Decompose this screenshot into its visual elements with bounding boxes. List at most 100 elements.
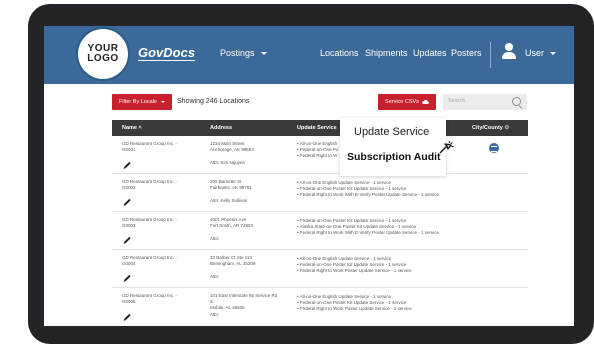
address-line: Attn: Kelly Sullivan [210, 198, 252, 204]
column-header-address[interactable]: Address [210, 125, 232, 131]
filter-by-locale-label: Filter By Locale [119, 99, 157, 105]
edit-pencil-icon[interactable] [124, 275, 130, 281]
table-header: Name ˄ Address Update Service City/Count… [112, 120, 528, 136]
row-address: 4001 Phoenix Ave Fort Smith, AR 72903 At… [210, 217, 253, 242]
column-header-name-label: Name [122, 125, 137, 131]
service-item-text: Federal-on-One Po [300, 147, 339, 152]
column-header-name[interactable]: Name ˄ [122, 125, 142, 131]
address-line: Fairbanks, AK 99701 [210, 185, 252, 191]
logo-line-2: LOGO [87, 54, 118, 64]
chevron-down-icon [550, 52, 556, 55]
service-item-text: All-on-One English Update Service - 1 se… [300, 180, 392, 185]
row-name: GD Restaurant Group Inc. - G0001 [122, 141, 177, 153]
row-name-line: G0004 [122, 261, 177, 267]
column-header-city-county-label: City/County [472, 125, 503, 131]
update-service-popup[interactable]: Update Service Subscription Audit [340, 118, 446, 176]
logo[interactable]: YOUR LOGO [78, 29, 128, 79]
click-cursor-icon [438, 140, 454, 156]
table-row[interactable]: GD Restaurant Group Inc. - G0005 101 Eas… [112, 288, 528, 326]
address-line: Anchorage, AK 99503 [210, 147, 254, 153]
chevron-down-icon [261, 52, 267, 55]
filter-by-locale-button[interactable]: Filter By Locale [112, 94, 172, 110]
address-line: Attn: [210, 274, 255, 280]
service-item-text: Federal-on-One Poster Kit Update Service… [300, 218, 407, 223]
service-item: • Federal Right to W [297, 153, 338, 159]
nav-postings-label: Postings [220, 48, 255, 58]
service-list: • All-on-One English Update Service - 1 … [297, 180, 439, 199]
service-item: • Federal Right to Work With E-Verify Po… [297, 192, 439, 198]
search-icon[interactable] [512, 97, 521, 106]
edit-pencil-icon[interactable] [124, 162, 130, 168]
row-address: 101 East Interstate 65 Service Rd S Mobi… [210, 293, 277, 318]
table-row[interactable]: GD Restaurant Group Inc. - G0003 4001 Ph… [112, 212, 528, 250]
user-icon-body [502, 52, 516, 59]
app-screen: YOUR LOGO GovDocs Postings Locations Shi… [44, 26, 574, 326]
user-icon[interactable] [502, 43, 516, 59]
service-list: • All-on-One English • Federal-on-One Po… [297, 141, 338, 160]
nav-shipments[interactable]: Shipments [365, 48, 408, 58]
row-name-line: G0005 [122, 299, 177, 305]
location-count: Showing 246 Locations [177, 98, 249, 105]
service-item-text: Federal Right to Work With E-Verify Post… [300, 230, 439, 235]
nav-divider [490, 42, 491, 68]
cloud-download-icon [422, 99, 429, 105]
service-csvs-label: Service CSVs [385, 99, 419, 105]
edit-pencil-icon[interactable] [124, 199, 130, 205]
service-list: • All-on-One English Update Service - 1 … [297, 294, 412, 313]
service-item-text: Federal Right to Work With E-Verify Post… [300, 192, 439, 197]
service-list: • All-on-One English Update Service - 1 … [297, 256, 412, 275]
row-address: 1234 Main Street Anchorage, AK 99503 Att… [210, 141, 254, 166]
address-line: Attn: [210, 236, 253, 242]
service-item-text: Federal Right to Work Poster Update Serv… [300, 268, 412, 273]
chevron-down-icon [161, 101, 165, 103]
row-name: GD Restaurant Group Inc. - G0003 [122, 217, 177, 229]
service-list: • Federal-on-One Poster Kit Update Servi… [297, 218, 439, 237]
service-item-text: All-on-One English Update Service - 1 se… [300, 256, 392, 261]
nav-locations[interactable]: Locations [320, 48, 359, 58]
service-item: • Federal Right to Work Poster Update Se… [297, 306, 412, 312]
row-address: 33 Barber Ct Ste 113 Birmingham, AL 3520… [210, 255, 255, 280]
globe-icon[interactable] [489, 143, 499, 153]
nav-user-menu[interactable]: User [525, 48, 556, 58]
service-item: • Federal Right to Work With E-Verify Po… [297, 230, 439, 236]
table-row[interactable]: GD Restaurant Group Inc. - G0002 205 Bar… [112, 174, 528, 212]
service-item: • Federal Right to Work Poster Update Se… [297, 268, 412, 274]
service-item-text: Federal-on-One Poster Kit Update Service… [300, 300, 407, 305]
nav-postings[interactable]: Postings [220, 48, 267, 58]
column-header-city-county[interactable]: City/County ⚙ [472, 125, 509, 131]
row-name: GD Restaurant Group Inc. - G0004 [122, 255, 177, 267]
table-row[interactable]: GD Restaurant Group Inc. - G0001 1234 Ma… [112, 136, 528, 174]
edit-pencil-icon[interactable] [124, 314, 130, 320]
nav-posters[interactable]: Posters [451, 48, 482, 58]
row-name-line: G0001 [122, 147, 177, 153]
address-line: Attn: [210, 312, 277, 318]
edit-pencil-icon[interactable] [124, 237, 130, 243]
service-item-text: All-on-One English Update Service - 1 se… [300, 294, 392, 299]
row-address: 205 Barnette St Fairbanks, AK 99701 Attn… [210, 179, 252, 204]
service-item-text: All-on-One English [300, 141, 338, 146]
nav-updates[interactable]: Updates [413, 48, 447, 58]
service-item-text: Federal Right to Work Poster Update Serv… [300, 306, 412, 311]
service-item-text: Alaska State-on-One Poster Kit Update Se… [300, 224, 417, 229]
service-item-text: Federal-on-One Poster Kit Update Service… [300, 186, 407, 191]
gear-icon[interactable]: ⚙ [504, 125, 509, 131]
row-name-line: G0003 [122, 223, 177, 229]
search-placeholder: Search [448, 98, 465, 104]
search-input[interactable]: Search [443, 94, 527, 110]
column-header-update-service[interactable]: Update Service [297, 125, 337, 131]
service-csvs-button[interactable]: Service CSVs [378, 94, 436, 110]
popup-subscription-audit[interactable]: Subscription Audit [347, 151, 441, 163]
service-item-text: Federal Right to W [300, 153, 338, 158]
address-line: Fort Smith, AR 72903 [210, 223, 253, 229]
address-line: Attn: Kim Nguyen [210, 160, 254, 166]
row-name-line: G0002 [122, 185, 177, 191]
popup-title[interactable]: Update Service [354, 126, 429, 138]
service-item-text: Federal-on-One Poster Kit Update Service… [300, 262, 407, 267]
address-line: Birmingham, AL 35209 [210, 261, 255, 267]
row-name: GD Restaurant Group Inc. - G0005 [122, 293, 177, 305]
top-navbar: YOUR LOGO GovDocs Postings Locations Shi… [44, 26, 574, 84]
brand-name[interactable]: GovDocs [138, 45, 195, 60]
table-row[interactable]: GD Restaurant Group Inc. - G0004 33 Barb… [112, 250, 528, 288]
row-name: GD Restaurant Group Inc. - G0002 [122, 179, 177, 191]
nav-user-label: User [525, 48, 544, 58]
